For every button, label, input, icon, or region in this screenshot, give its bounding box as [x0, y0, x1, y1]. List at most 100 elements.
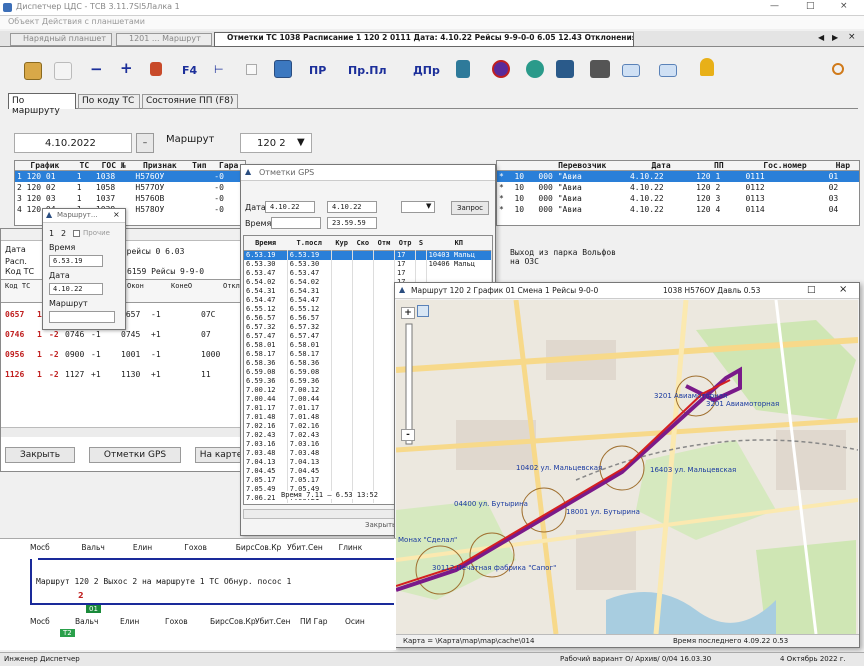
vehicle-badge[interactable]: T2 — [60, 629, 75, 637]
table-row[interactable]: 6.53.30 6.53.30 17 10406 Мальц — [244, 259, 492, 269]
schematic-stop-label[interactable]: Убит.Сен — [255, 617, 291, 626]
schematic-stop-label[interactable]: Мосб — [30, 617, 50, 626]
zoom-out-button[interactable]: - — [401, 429, 415, 441]
route-field[interactable] — [49, 311, 115, 323]
prpl-button[interactable]: Пр.Пл — [348, 64, 387, 77]
minus-icon[interactable]: − — [90, 60, 103, 78]
column-header[interactable]: Гос.номер — [743, 161, 826, 171]
list-item[interactable]: 0956 1 -2 0900 -1 1001 -1 1000 — [1, 347, 245, 367]
schematic-stop-label[interactable]: Убит.Сен — [287, 543, 323, 552]
column-header[interactable]: График — [15, 161, 75, 171]
tab-scroll-right-icon[interactable]: ▶ — [832, 33, 838, 42]
zoom-in-button[interactable]: + — [401, 307, 415, 319]
notebook-icon[interactable] — [24, 62, 42, 80]
schematic-stop-label[interactable]: Гохов — [165, 617, 188, 626]
date-field[interactable]: 4.10.2022 — [14, 133, 132, 153]
schematic-stop-label[interactable]: БирсСов.Кр — [210, 617, 256, 626]
column-header[interactable]: Ско — [352, 236, 373, 250]
schematic-stop-label[interactable]: ПИ Гар — [300, 617, 328, 626]
column-header[interactable]: ГОС № — [94, 161, 133, 171]
copy-icon[interactable] — [54, 62, 72, 80]
window-icon[interactable] — [622, 64, 640, 77]
schematic-stop-label[interactable]: Глинк — [339, 543, 363, 552]
table-row[interactable]: * 10 000 "Авиа 4.10.22 120 4 0114 04 — [497, 204, 859, 215]
globe-icon[interactable] — [492, 60, 510, 78]
schematic-stop-label[interactable]: БирсСов.Кр — [236, 543, 282, 552]
schematic-stop-label[interactable]: Елин — [120, 617, 139, 626]
table-row[interactable]: * 10 000 "Авиа 4.10.22 120 1 0111 01 — [497, 170, 859, 182]
time-field[interactable]: 6.53.19 — [49, 255, 103, 267]
vehicle-marker[interactable]: 2 — [78, 591, 84, 600]
column-header[interactable]: Отм — [373, 236, 394, 250]
column-header[interactable]: Нар — [827, 161, 859, 171]
route-select[interactable]: 120 2 ▼ — [240, 133, 312, 153]
column-header[interactable] — [497, 161, 512, 171]
square-icon[interactable] — [246, 64, 257, 75]
date-to-field[interactable]: 4.10.22 — [327, 201, 377, 213]
boot-icon[interactable] — [456, 60, 470, 78]
tab-state-pp[interactable]: Состояние ПП (F8) — [142, 94, 238, 109]
tab-planshet[interactable]: Нарядный планшет — [10, 33, 112, 46]
table-row[interactable]: * 10 000 "Авиа 4.10.22 120 2 0112 02 — [497, 182, 859, 193]
maximize-button[interactable]: □ — [806, 1, 815, 11]
date-picker-button[interactable]: – — [136, 133, 154, 153]
column-header[interactable]: КП — [426, 236, 491, 250]
schematic-stop-label[interactable]: Осин — [345, 617, 365, 626]
f4-button[interactable]: F4 — [182, 64, 197, 77]
jump-icon[interactable]: ⊢ — [214, 63, 224, 76]
tab-marks[interactable]: Отметки ТС 1038 Расписание 1 120 2 0111 … — [214, 32, 634, 47]
hide-button[interactable]: Закрыть — [365, 521, 396, 529]
tablet-icon[interactable] — [556, 60, 574, 78]
vehicle-badge[interactable]: 01 — [86, 605, 101, 613]
mini-tab-2[interactable]: 2 — [61, 229, 66, 238]
other-checkbox[interactable] — [73, 230, 80, 237]
date-field[interactable]: 4.10.22 — [49, 283, 103, 295]
query-button[interactable]: Запрос — [451, 201, 489, 215]
schematic-stop-label[interactable]: Мосб — [30, 543, 50, 552]
horizontal-scrollbar[interactable] — [1, 427, 245, 437]
map-canvas[interactable]: 3201 Авиамоторная 3201 Авиамоторная 1040… — [396, 300, 858, 634]
pr-button[interactable]: ПР — [309, 64, 326, 77]
mini-tab-1[interactable]: 1 — [49, 229, 54, 238]
phone-icon[interactable] — [274, 60, 292, 78]
bell-icon[interactable] — [700, 58, 714, 76]
tab-by-route[interactable]: По маршруту — [8, 93, 76, 116]
column-header[interactable]: Признак — [133, 161, 186, 171]
date-from-field[interactable]: 4.10.22 — [265, 201, 315, 213]
clock-icon[interactable] — [832, 63, 844, 75]
window-alt-icon[interactable] — [659, 64, 677, 77]
schematic-stop-label[interactable]: Вальч — [81, 543, 104, 552]
table-row[interactable]: 1 120 01 1 1038 Н576ОУ -0 — [15, 170, 245, 182]
schematic-stop-label[interactable]: Вальч — [75, 617, 98, 626]
tab-scroll-left-icon[interactable]: ◀ — [818, 33, 824, 42]
close-stops-button[interactable]: Закрыть — [5, 447, 75, 463]
table-row[interactable]: * 10 000 "Авиа 4.10.22 120 3 0113 03 — [497, 193, 859, 204]
list-item[interactable]: 1126 1 -2 1127 +1 1130 +1 11 — [1, 367, 245, 387]
column-header[interactable]: ТС — [75, 161, 94, 171]
filter-select[interactable]: ▼ — [401, 201, 435, 213]
gps-marks-button[interactable]: Отметки GPS — [89, 447, 181, 463]
time-to-field[interactable]: 23.59.59 — [327, 217, 377, 229]
tab-close-icon[interactable]: × — [848, 32, 856, 42]
table-row[interactable]: 3 120 03 1 1037 Н576ОВ -0 — [15, 193, 245, 204]
time-from-field[interactable] — [271, 217, 321, 229]
column-header[interactable] — [512, 161, 536, 171]
close-button[interactable]: × — [840, 1, 848, 11]
column-header[interactable]: Т.посл — [287, 236, 331, 250]
table-row[interactable]: 6.53.47 6.53.47 17 — [244, 268, 492, 278]
column-header[interactable]: S — [416, 236, 426, 250]
table-row[interactable]: 2 120 02 1 1058 Н577ОУ -0 — [15, 182, 245, 193]
edit-icon[interactable] — [150, 62, 162, 76]
menu-items[interactable]: Объект Действия с планшетами — [8, 17, 145, 26]
schematic-stop-label[interactable]: Гохов — [184, 543, 207, 552]
zoom-slider-track[interactable] — [405, 323, 413, 445]
column-header[interactable]: Отр — [395, 236, 416, 250]
dpr-button[interactable]: ДПр — [413, 64, 440, 77]
close-icon[interactable]: × — [839, 284, 847, 295]
pan-icon[interactable] — [417, 305, 429, 317]
column-header[interactable]: Тип — [186, 161, 212, 171]
column-header[interactable]: Дата — [628, 161, 694, 171]
column-header[interactable]: ПП — [694, 161, 743, 171]
list-item[interactable]: 0746 1 -2 0746 -1 0745 +1 07 — [1, 327, 245, 347]
maximize-icon[interactable]: □ — [807, 285, 816, 295]
